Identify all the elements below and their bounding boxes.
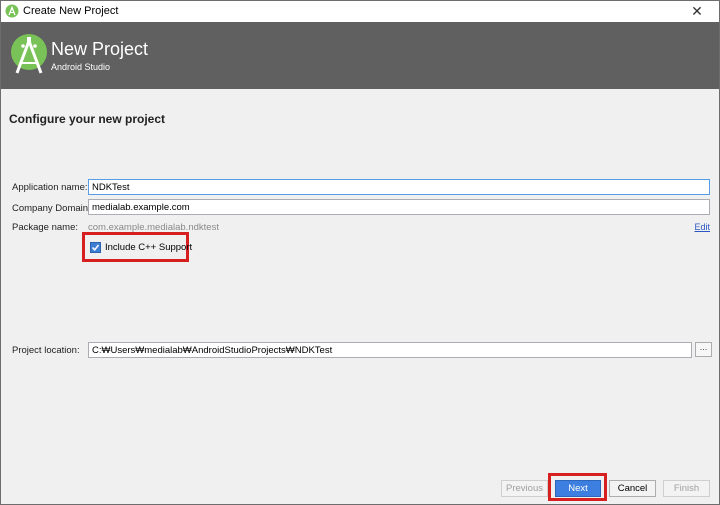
finish-button[interactable]: Finish (663, 480, 710, 497)
edit-package-link[interactable]: Edit (694, 222, 710, 232)
project-location-input[interactable] (88, 342, 692, 358)
create-project-dialog: Create New Project ✕ New Project Android… (0, 0, 720, 505)
header-banner: New Project Android Studio (1, 22, 719, 89)
banner-subheading: Android Studio (51, 62, 111, 72)
include-cpp-label: Include C++ Support (105, 242, 193, 253)
banner-heading: New Project (51, 39, 149, 59)
checkmark-icon (91, 244, 100, 251)
company-domain-label: Company Domain: (12, 203, 91, 214)
page-title: Configure your new project (9, 112, 166, 126)
android-studio-icon (5, 4, 19, 18)
cancel-button[interactable]: Cancel (609, 480, 656, 497)
title-bar: Create New Project ✕ (1, 1, 719, 23)
browse-location-button[interactable]: ... (695, 342, 712, 357)
application-name-input[interactable] (88, 179, 710, 195)
company-domain-input[interactable] (88, 199, 710, 215)
application-name-label: Application name: (12, 182, 88, 193)
window-title: Create New Project (23, 5, 119, 17)
include-cpp-checkbox[interactable] (90, 242, 101, 253)
project-location-label: Project location: (12, 345, 80, 356)
next-button[interactable]: Next (555, 480, 601, 497)
package-name-label: Package name: (12, 222, 79, 233)
previous-button[interactable]: Previous (501, 480, 548, 497)
android-studio-logo-icon (11, 34, 47, 74)
close-icon: ✕ (691, 3, 703, 19)
close-button[interactable]: ✕ (675, 1, 719, 22)
